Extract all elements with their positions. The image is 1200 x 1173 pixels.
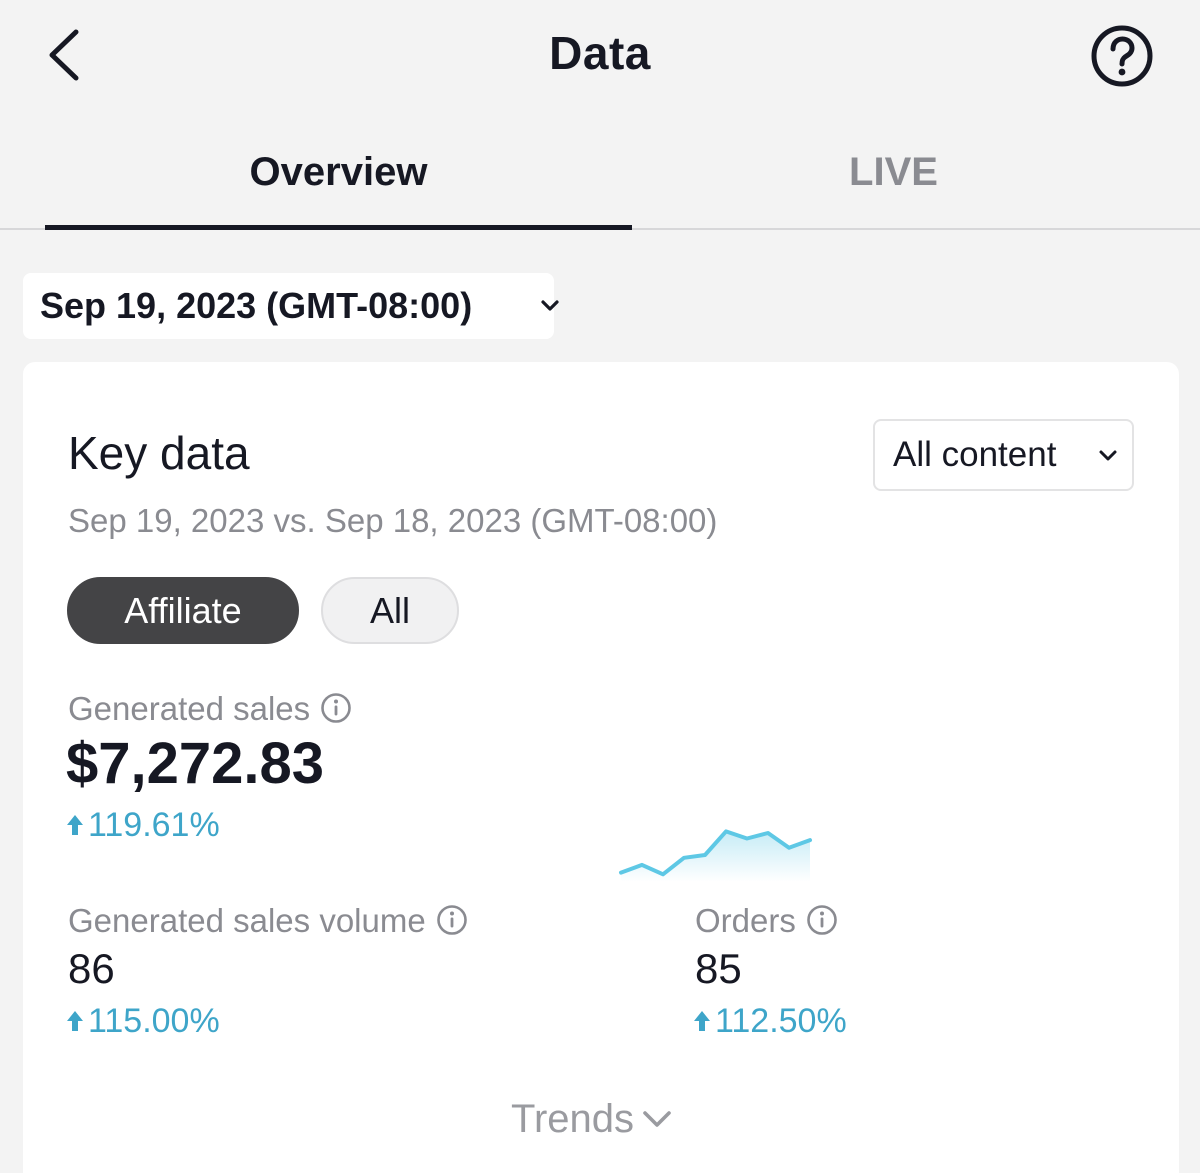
trends-label: Trends <box>511 1097 635 1141</box>
arrow-up-icon <box>694 1011 710 1032</box>
info-icon[interactable] <box>320 692 352 724</box>
date-selector-value: Sep 19, 2023 (GMT-08:00) <box>40 285 473 326</box>
orders-value: 85 <box>695 945 742 992</box>
generated-sales-volume-value: 86 <box>68 945 115 992</box>
chevron-down-icon <box>643 1111 671 1128</box>
info-icon[interactable] <box>436 904 468 936</box>
segment-all-button[interactable]: All <box>321 577 459 644</box>
key-data-date-range: Sep 19, 2023 vs. Sep 18, 2023 (GMT-08:00… <box>68 502 718 539</box>
help-button[interactable] <box>1090 24 1154 88</box>
data-page: Data Overview LIVE Sep 19, 2023 (GMT-08:… <box>0 0 1200 1173</box>
chevron-down-icon <box>541 300 559 311</box>
generated-sales-volume-label-text: Generated sales volume <box>68 902 426 939</box>
chevron-down-icon <box>1099 450 1117 461</box>
content-filter-value: All content <box>893 435 1057 474</box>
generated-sales-value: $7,272.83 <box>66 731 325 796</box>
segment-affiliate-button[interactable]: Affiliate <box>67 577 299 644</box>
key-data-card: Key data Sep 19, 2023 vs. Sep 18, 2023 (… <box>23 362 1179 1173</box>
tab-live[interactable]: LIVE <box>632 120 1155 228</box>
generated-sales-volume-change-text: 115.00% <box>88 1002 220 1040</box>
orders-label: Orders <box>695 902 838 940</box>
arrow-up-icon <box>67 815 83 836</box>
date-selector[interactable]: Sep 19, 2023 (GMT-08:00) <box>23 273 559 339</box>
trends-toggle[interactable]: Trends <box>511 1097 672 1142</box>
orders-change: 112.50% <box>693 1002 847 1041</box>
page-title: Data <box>549 27 651 79</box>
generated-sales-volume-change: 115.00% <box>66 1002 220 1041</box>
generated-sales-change: 119.61% <box>66 806 220 845</box>
generated-sales-label-text: Generated sales <box>68 690 311 727</box>
key-data-title: Key data <box>68 427 250 479</box>
generated-sales-volume-label: Generated sales volume <box>68 902 468 940</box>
content-filter-dropdown[interactable]: All content <box>873 419 1134 491</box>
orders-change-text: 112.50% <box>715 1002 847 1040</box>
generated-sales-change-text: 119.61% <box>88 806 220 844</box>
tab-bar: Overview LIVE <box>0 120 1200 230</box>
generated-sales-sparkline <box>619 829 812 882</box>
generated-sales-label: Generated sales <box>68 690 352 728</box>
header: Data <box>0 0 1200 110</box>
orders-label-text: Orders <box>695 902 796 939</box>
info-icon[interactable] <box>806 904 838 936</box>
question-circle-icon <box>1091 25 1153 87</box>
tab-overview[interactable]: Overview <box>45 120 632 230</box>
sparkline-area <box>621 831 810 882</box>
arrow-up-icon <box>67 1011 83 1032</box>
